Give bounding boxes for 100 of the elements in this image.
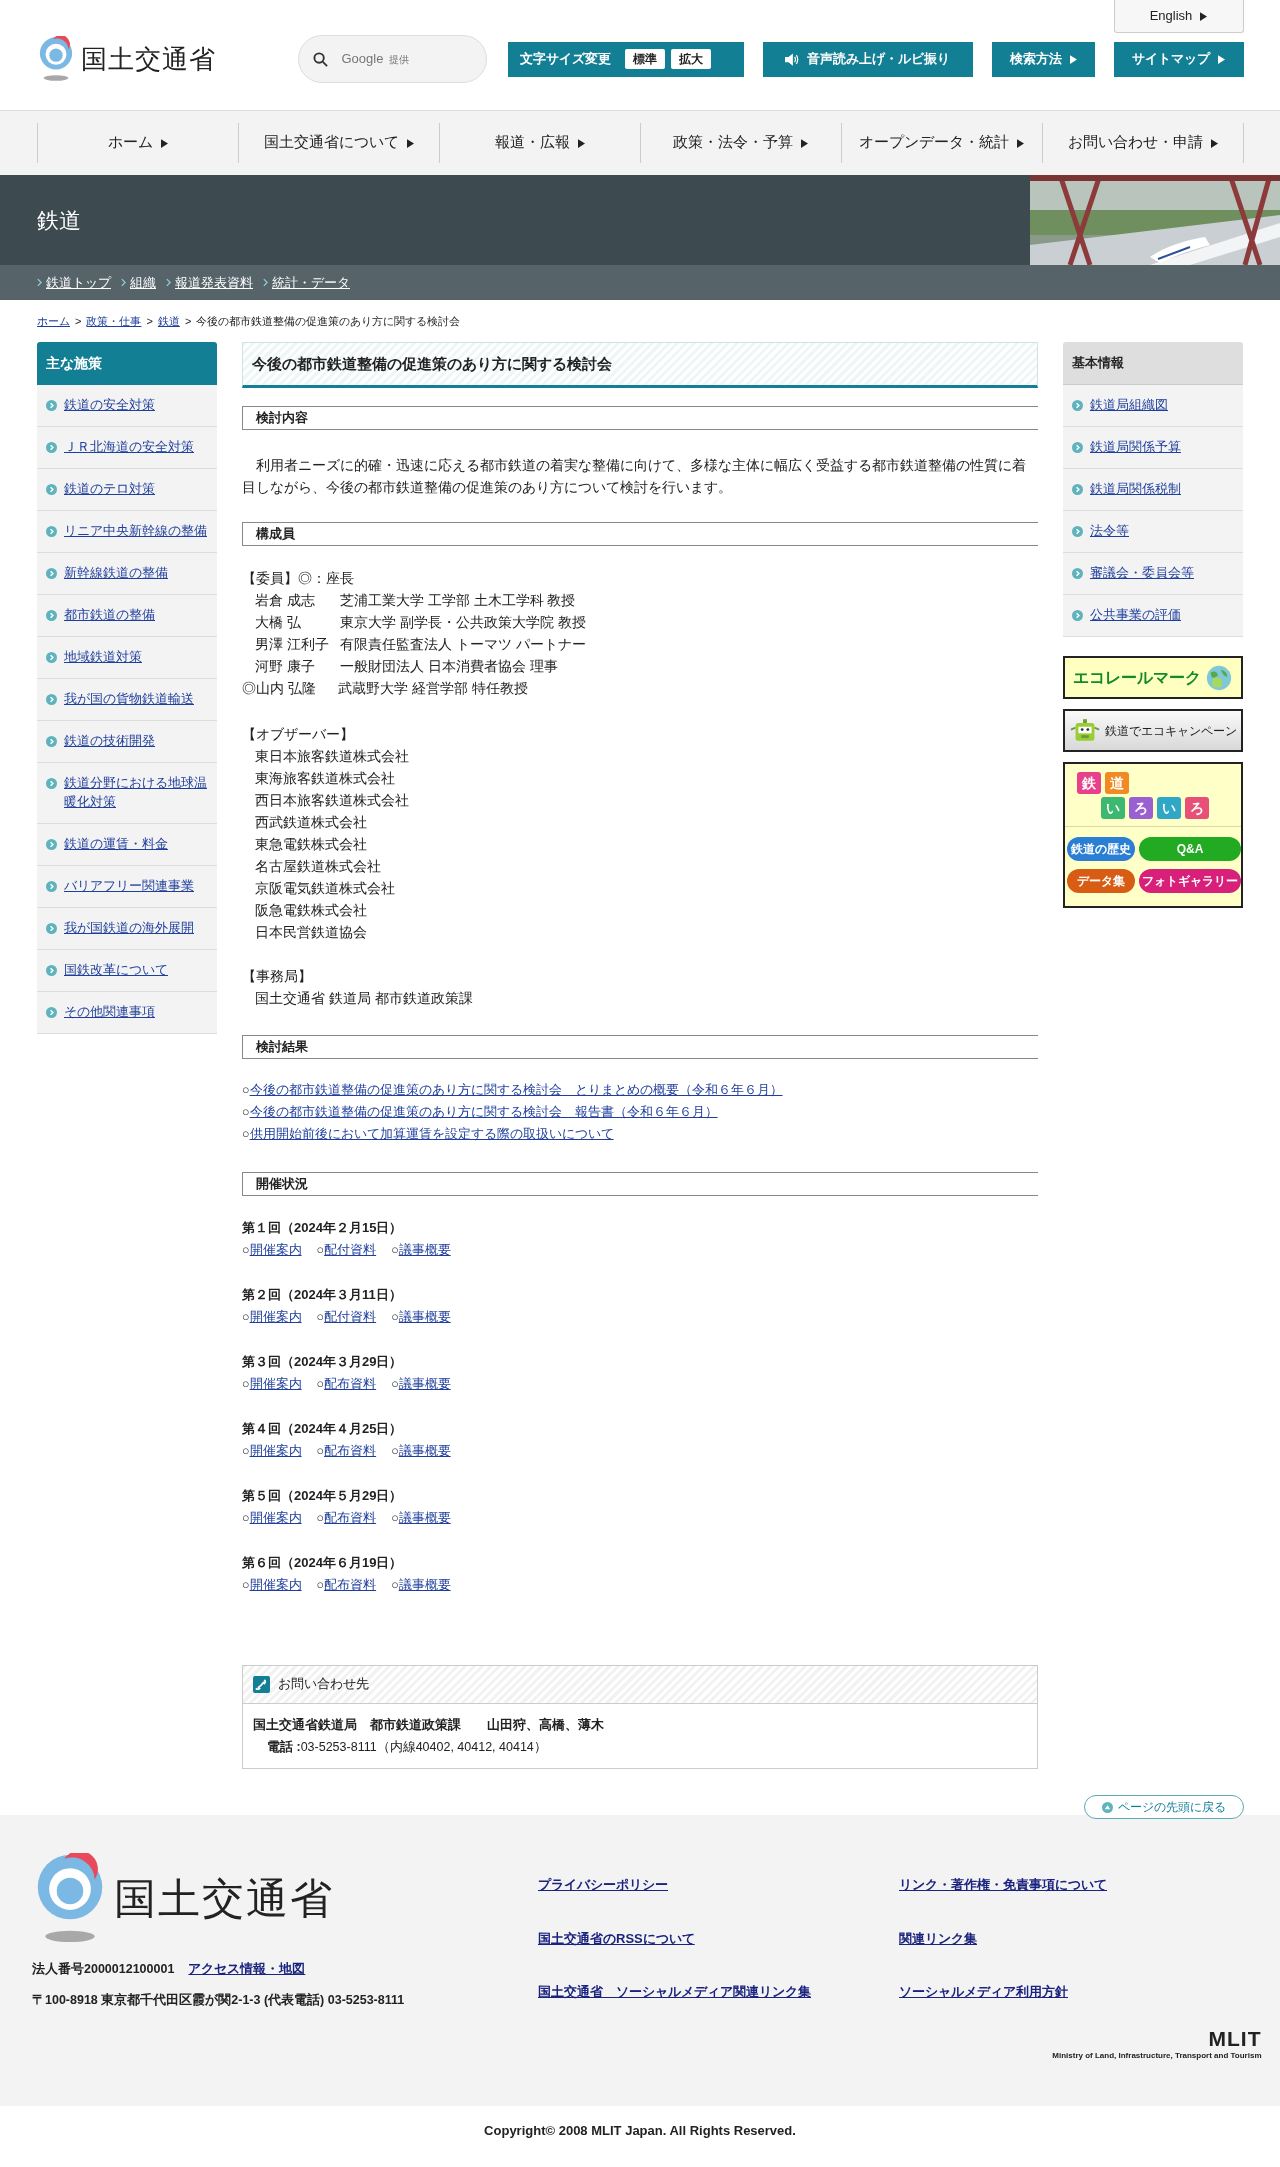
member-affiliation: 有限責任監査法人 トーマツ パートナー — [340, 636, 586, 654]
document-link[interactable]: 今後の都市鉄道整備の促進策のあり方に関する検討会 とりまとめの概要（令和６年６月） — [249, 1079, 783, 1101]
caret-icon — [406, 138, 414, 148]
chevron-icon — [263, 278, 268, 287]
document-link[interactable]: 開催案内 — [249, 1239, 302, 1261]
eco-rail-banner[interactable]: エコレールマーク — [1063, 656, 1243, 699]
document-link[interactable]: 開催案内 — [249, 1574, 302, 1596]
breadcrumb-link[interactable]: 鉄道 — [157, 312, 180, 330]
member-name: 岩倉 成志 — [254, 592, 316, 610]
bullet: ○ — [242, 1126, 250, 1143]
sidebar-link[interactable]: 地域鉄道対策 — [64, 648, 142, 667]
document-link[interactable]: 開催案内 — [249, 1373, 302, 1395]
contact-phone: 電話 :03-5253-8111（内線40402, 40412, 40414） — [266, 1739, 548, 1756]
bullet: ○ — [242, 1376, 250, 1393]
title-letter: ろ — [1129, 797, 1153, 819]
meeting-title: 第２回（2024年３月11日） — [242, 1286, 403, 1304]
document-link[interactable]: 配布資料 — [324, 1373, 377, 1395]
document-link[interactable]: 議事概要 — [398, 1574, 451, 1596]
sidebar-header: 基本情報 — [1063, 342, 1243, 385]
iroiro-button[interactable]: 鉄道の歴史 — [1067, 837, 1135, 861]
text-size-option[interactable]: 標準 — [624, 49, 665, 69]
footer-link[interactable]: プライバシーポリシー — [538, 1875, 899, 1895]
observer-name: 西武鉄道株式会社 — [254, 814, 368, 832]
footer-link[interactable]: リンク・著作権・免責事項について — [899, 1875, 1107, 1895]
corporate-number: 法人番号2000012100001 — [32, 1961, 175, 1978]
sidebar-link[interactable]: 法令等 — [1090, 522, 1129, 541]
speaker-icon — [785, 52, 799, 66]
observer-name: 東日本旅客鉄道株式会社 — [254, 748, 410, 766]
title-letter: い — [1101, 797, 1125, 819]
chevron-circle-icon — [1072, 568, 1083, 579]
footer-link[interactable]: 国土交通省のRSSについて — [538, 1928, 899, 1948]
breadcrumb-link[interactable]: ホーム — [37, 312, 70, 330]
sub-nav-link[interactable]: 報道発表資料 — [175, 272, 253, 293]
access-link[interactable]: アクセス情報・地図 — [188, 1960, 306, 1979]
nav-link[interactable]: 国土交通省について — [263, 132, 414, 154]
document-link[interactable]: 議事概要 — [398, 1507, 451, 1529]
chevron-circle-icon — [46, 965, 57, 976]
observer-name: 東急電鉄株式会社 — [254, 836, 368, 854]
nav-link[interactable]: 政策・法令・予算 — [673, 132, 808, 154]
chevron-circle-icon — [46, 484, 57, 495]
caret-icon — [577, 138, 585, 148]
nav-link[interactable]: ホーム — [107, 132, 168, 154]
document-link[interactable]: 議事概要 — [398, 1239, 451, 1261]
sub-nav-link[interactable]: 組織 — [130, 272, 156, 293]
nav-link[interactable]: オープンデータ・統計 — [859, 132, 1024, 154]
contact-title: お問い合わせ先 — [278, 1676, 369, 1694]
secretariat-name: 国土交通省 鉄道局 都市鉄道政策課 — [254, 990, 474, 1008]
group-title: 【事務局】 — [242, 968, 313, 986]
chevron-circle-icon — [46, 1007, 57, 1018]
sub-nav-link[interactable]: 鉄道トップ — [46, 272, 111, 293]
document-link[interactable]: 配布資料 — [324, 1440, 377, 1462]
document-link[interactable]: 今後の都市鉄道整備の促進策のあり方に関する検討会 報告書（令和６年６月） — [249, 1101, 718, 1123]
title-letter: 道 — [1105, 772, 1129, 794]
section-heading: 検討内容 — [242, 406, 1038, 430]
footer-link[interactable]: ソーシャルメディア利用方針 — [899, 1982, 1107, 2002]
back-to-top-button[interactable]: ページの先頭に戻る — [1083, 1795, 1244, 1819]
text-size-option[interactable]: 拡大 — [670, 49, 711, 69]
group-title: 【オブザーバー】 — [242, 726, 355, 744]
document-link[interactable]: 供用開始前後において加算運賃を設定する際の取扱いについて — [249, 1123, 614, 1145]
document-link[interactable]: 開催案内 — [249, 1306, 302, 1328]
sub-nav-link[interactable]: 統計・データ — [272, 272, 350, 293]
chevron-circle-icon — [1072, 400, 1083, 411]
chevron-circle-icon — [46, 923, 57, 934]
title-letter: ろ — [1185, 797, 1209, 819]
header-button[interactable]: サイトマップ — [1113, 41, 1244, 77]
bullet: ○ — [316, 1242, 325, 1259]
nav-link[interactable]: お問い合わせ・申請 — [1067, 132, 1218, 154]
nav-link[interactable]: 報道・広報 — [494, 132, 585, 154]
iroiro-button[interactable]: データ集 — [1067, 869, 1135, 893]
bullet: ○ — [242, 1510, 250, 1527]
eco-campaign-banner[interactable]: 鉄道でエコキャンペーン — [1063, 709, 1243, 752]
chevron-circle-icon — [1072, 526, 1083, 537]
search-field[interactable]: Google 提供 — [297, 35, 487, 83]
chevron-circle-icon — [46, 568, 57, 579]
language-link[interactable]: English — [1113, 0, 1244, 33]
chevron-circle-icon — [46, 400, 57, 411]
header-button[interactable]: 検索方法 — [991, 41, 1095, 77]
document-link[interactable]: 議事概要 — [398, 1373, 451, 1395]
caret-icon — [1069, 54, 1077, 64]
document-link[interactable]: 議事概要 — [398, 1306, 451, 1328]
sidebar-link[interactable]: 鉄道局組織図 — [1090, 396, 1168, 415]
document-link[interactable]: 配布資料 — [324, 1507, 377, 1529]
document-link[interactable]: 配布資料 — [324, 1574, 377, 1596]
chevron-circle-icon — [46, 610, 57, 621]
bullet: ○ — [242, 1104, 250, 1121]
document-link[interactable]: 開催案内 — [249, 1440, 302, 1462]
document-link[interactable]: 議事概要 — [398, 1440, 451, 1462]
observer-name: 日本民営鉄道協会 — [254, 924, 368, 942]
breadcrumb-link[interactable]: 政策・仕事 — [86, 312, 142, 330]
search-icon — [312, 51, 328, 67]
footer-link[interactable]: 関連リンク集 — [899, 1928, 1107, 1948]
iroiro-button[interactable]: フォトギャラリー — [1139, 869, 1241, 893]
document-link[interactable]: 配付資料 — [324, 1239, 377, 1261]
mlit-logo: MLIT — [1208, 2027, 1262, 2050]
document-link[interactable]: 配付資料 — [324, 1306, 377, 1328]
footer-link[interactable]: 国土交通省 ソーシャルメディア関連リンク集 — [538, 1982, 899, 2002]
text-size-label: 文字サイズ変更 — [519, 50, 611, 68]
header-button[interactable]: 音声読み上げ・ルビ振り — [762, 41, 973, 77]
document-link[interactable]: 開催案内 — [249, 1507, 302, 1529]
meeting-title: 第３回（2024年３月29日） — [242, 1353, 404, 1371]
